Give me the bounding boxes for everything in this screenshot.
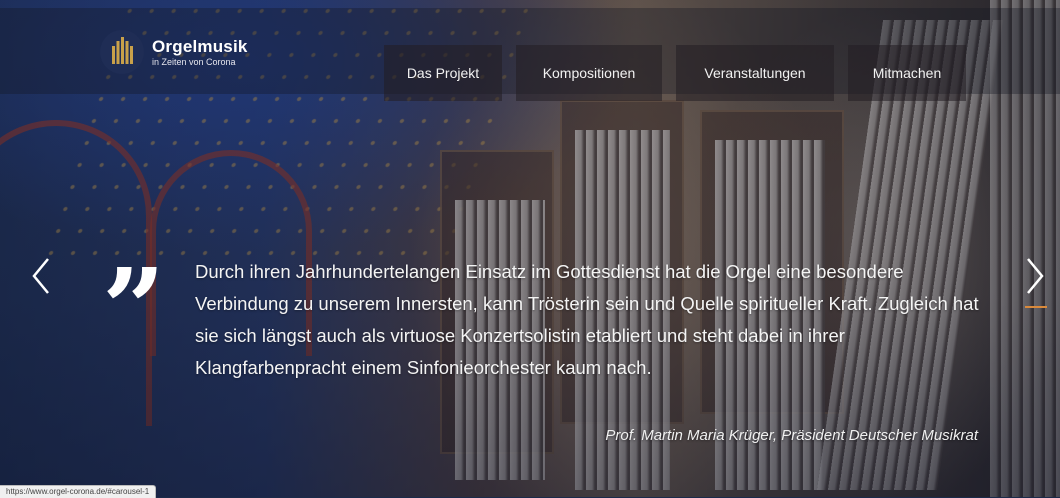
carousel-quote: Durch ihren Jahrhundertelangen Einsatz i… (195, 261, 979, 378)
browser-status-url: https://www.orgel-corona.de/#carousel-1 (0, 485, 157, 498)
site-logo[interactable]: Orgelmusik in Zeiten von Corona (100, 30, 248, 74)
chevron-right-icon (1027, 258, 1044, 294)
nav-item-das-projekt[interactable]: Das Projekt (384, 45, 502, 101)
carousel-indicator[interactable] (1025, 306, 1047, 308)
logo-title: Orgelmusik (152, 36, 248, 56)
nav-item-veranstaltungen[interactable]: Veranstaltungen (676, 45, 834, 101)
carousel-prev-button[interactable] (26, 254, 56, 298)
site-header: Orgelmusik in Zeiten von Corona Das Proj… (0, 8, 1060, 101)
logo-subtitle: in Zeiten von Corona (152, 56, 236, 67)
quote-author: Prof. Martin Maria Krüger, Präsident Deu… (605, 427, 978, 444)
organ-pipes-logo-icon (100, 30, 144, 74)
main-navigation: Das Projekt Kompositionen Veranstaltunge… (384, 45, 966, 101)
quote-mark-icon: ” (102, 244, 166, 373)
carousel-next-button[interactable] (1020, 254, 1050, 298)
nav-item-kompositionen[interactable]: Kompositionen (516, 45, 662, 101)
chevron-left-icon (32, 258, 49, 294)
nav-item-mitmachen[interactable]: Mitmachen (848, 45, 966, 101)
